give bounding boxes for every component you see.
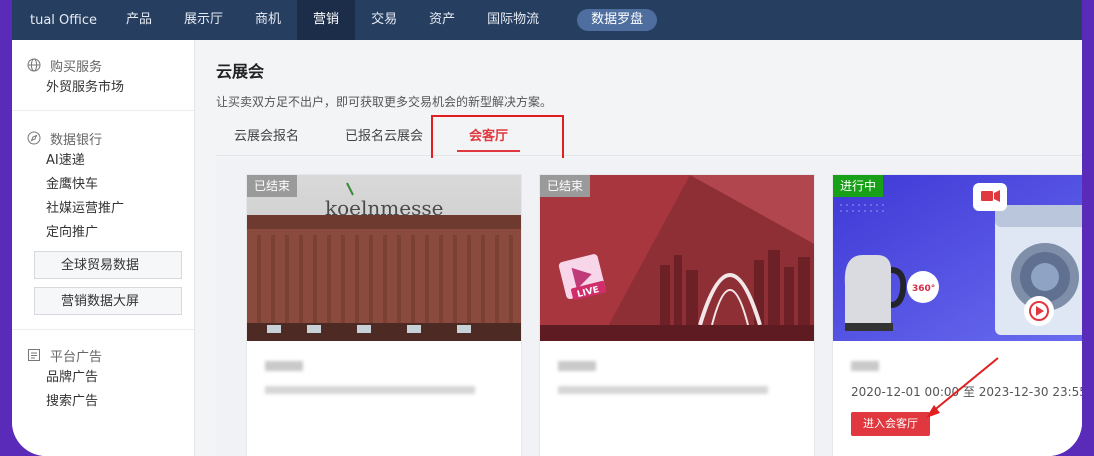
- expo-title-redacted: [851, 361, 879, 371]
- page-title: 云展会: [216, 62, 265, 81]
- expo-thumbnail: LIVE 已结束: [540, 175, 814, 341]
- nav-item-data-compass[interactable]: 数据罗盘: [577, 9, 658, 31]
- expo-title-redacted: [265, 361, 303, 371]
- sidebar-item-targeted-promo[interactable]: 定向推广: [26, 221, 194, 245]
- expo-date-range: 2020-12-01 00:00 至 2023-12-30 23:55: [851, 385, 1082, 399]
- sidebar-group-title: 平台广告: [50, 349, 103, 365]
- tab-bar: 云展会报名 已报名云展会 会客厅: [216, 124, 1082, 156]
- logo-text: koelnmesse: [325, 196, 443, 220]
- expo-thumbnail: koelnmesse 已结束: [247, 175, 521, 341]
- expo-card[interactable]: 360° 进行中 2020-12-01 00:00 至 2023-12-30 2…: [832, 174, 1082, 456]
- expo-title-redacted: [558, 361, 596, 371]
- nav-item-marketing[interactable]: 营销: [297, 0, 356, 40]
- sidebar-group-header[interactable]: 购买服务: [26, 54, 194, 76]
- sidebar: 购买服务 外贸服务市场 数据银行 AI速递 金鹰快车 社媒运营推广 定向推广 全…: [12, 40, 195, 456]
- billboard-icon: [26, 347, 42, 363]
- compass-icon: [26, 130, 42, 146]
- sidebar-item-search-ads[interactable]: 搜索广告: [26, 390, 194, 414]
- sidebar-group-header[interactable]: 平台广告: [26, 344, 194, 366]
- nav-item-assets[interactable]: 资产: [413, 0, 471, 40]
- nav-item-opportunities[interactable]: 商机: [239, 0, 297, 40]
- sidebar-item-golden-eagle[interactable]: 金鹰快车: [26, 173, 194, 197]
- share-icon[interactable]: [1079, 431, 1082, 449]
- nav-item-logistics[interactable]: 国际物流: [471, 0, 555, 40]
- sidebar-item-service-market[interactable]: 外贸服务市场: [26, 76, 194, 100]
- expo-thumbnail: 360° 进行中: [833, 175, 1082, 341]
- expo-card[interactable]: LIVE 已结束: [539, 174, 815, 456]
- top-navigation: tual Office 产品 展示厅 商机 营销 交易 资产 国际物流 数据罗盘: [12, 0, 1082, 40]
- nav-item-trade[interactable]: 交易: [355, 0, 413, 40]
- brand-label[interactable]: tual Office: [12, 13, 110, 28]
- sidebar-item-brand-ads[interactable]: 品牌广告: [26, 366, 194, 390]
- card-list: koelnmesse 已结束 LIVE 已结束 360° 进行中 2020-12…: [216, 158, 1082, 456]
- app-window: tual Office 产品 展示厅 商机 营销 交易 资产 国际物流 数据罗盘…: [12, 0, 1082, 456]
- expo-date-redacted: [265, 386, 475, 394]
- tab-registered-expos[interactable]: 已报名云展会: [327, 124, 441, 156]
- status-badge: 已结束: [247, 175, 298, 197]
- sidebar-group-title: 购买服务: [50, 59, 103, 75]
- sidebar-item-ai-express[interactable]: AI速递: [26, 149, 194, 173]
- status-badge: 已结束: [540, 175, 591, 197]
- expo-card[interactable]: koelnmesse 已结束: [246, 174, 522, 456]
- tab-expo-signup[interactable]: 云展会报名: [216, 124, 317, 156]
- sidebar-group-header[interactable]: 数据银行: [26, 127, 194, 149]
- expo-date-redacted: [558, 386, 768, 394]
- badge-360: 360°: [912, 284, 935, 294]
- nav-item-products[interactable]: 产品: [110, 0, 168, 40]
- globe-icon: [26, 57, 42, 73]
- sidebar-group-databank: 数据银行 AI速递 金鹰快车 社媒运营推广 定向推广 全球贸易数据 营销数据大屏: [12, 110, 194, 325]
- sidebar-group-purchase: 购买服务 外贸服务市场: [12, 40, 194, 110]
- sidebar-group-ads: 平台广告 品牌广告 搜索广告: [12, 329, 194, 424]
- status-badge: 进行中: [833, 175, 884, 197]
- sidebar-item-social-media[interactable]: 社媒运营推广: [26, 197, 194, 221]
- sidebar-item-marketing-dashboard[interactable]: 营销数据大屏: [34, 287, 182, 315]
- enter-meeting-room-button[interactable]: 进入会客厅: [851, 412, 930, 436]
- sidebar-group-title: 数据银行: [50, 132, 103, 148]
- nav-item-showroom[interactable]: 展示厅: [168, 0, 239, 40]
- sidebar-item-global-trade-data[interactable]: 全球贸易数据: [34, 251, 182, 279]
- page-description: 让买卖双方足不出户，即可获取更多交易机会的新型解决方案。: [216, 95, 553, 109]
- main-content: 云展会 让买卖双方足不出户，即可获取更多交易机会的新型解决方案。 云展会报名 已…: [196, 40, 1082, 456]
